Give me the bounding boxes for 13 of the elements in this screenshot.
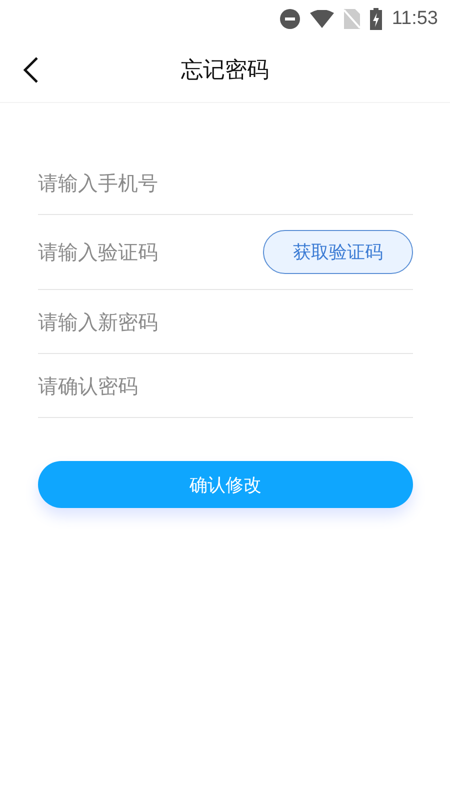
battery-charging-icon: [370, 8, 382, 30]
status-time: 11:53: [392, 8, 438, 30]
confirm-button[interactable]: 确认修改: [38, 461, 413, 508]
input-field[interactable]: 请输入新密码: [38, 310, 238, 334]
back-icon[interactable]: [22, 56, 40, 84]
get-code-button[interactable]: 获取验证码: [263, 230, 413, 274]
input-field[interactable]: 请输入手机号: [38, 170, 238, 194]
no-sim-icon: [344, 9, 360, 29]
wifi-icon: [310, 10, 334, 28]
do-not-disturb-icon: [280, 9, 300, 29]
input-field[interactable]: 请输入验证码: [38, 240, 238, 264]
input-field[interactable]: 请确认密码: [38, 374, 238, 398]
page-title: 忘记密码: [181, 57, 269, 85]
